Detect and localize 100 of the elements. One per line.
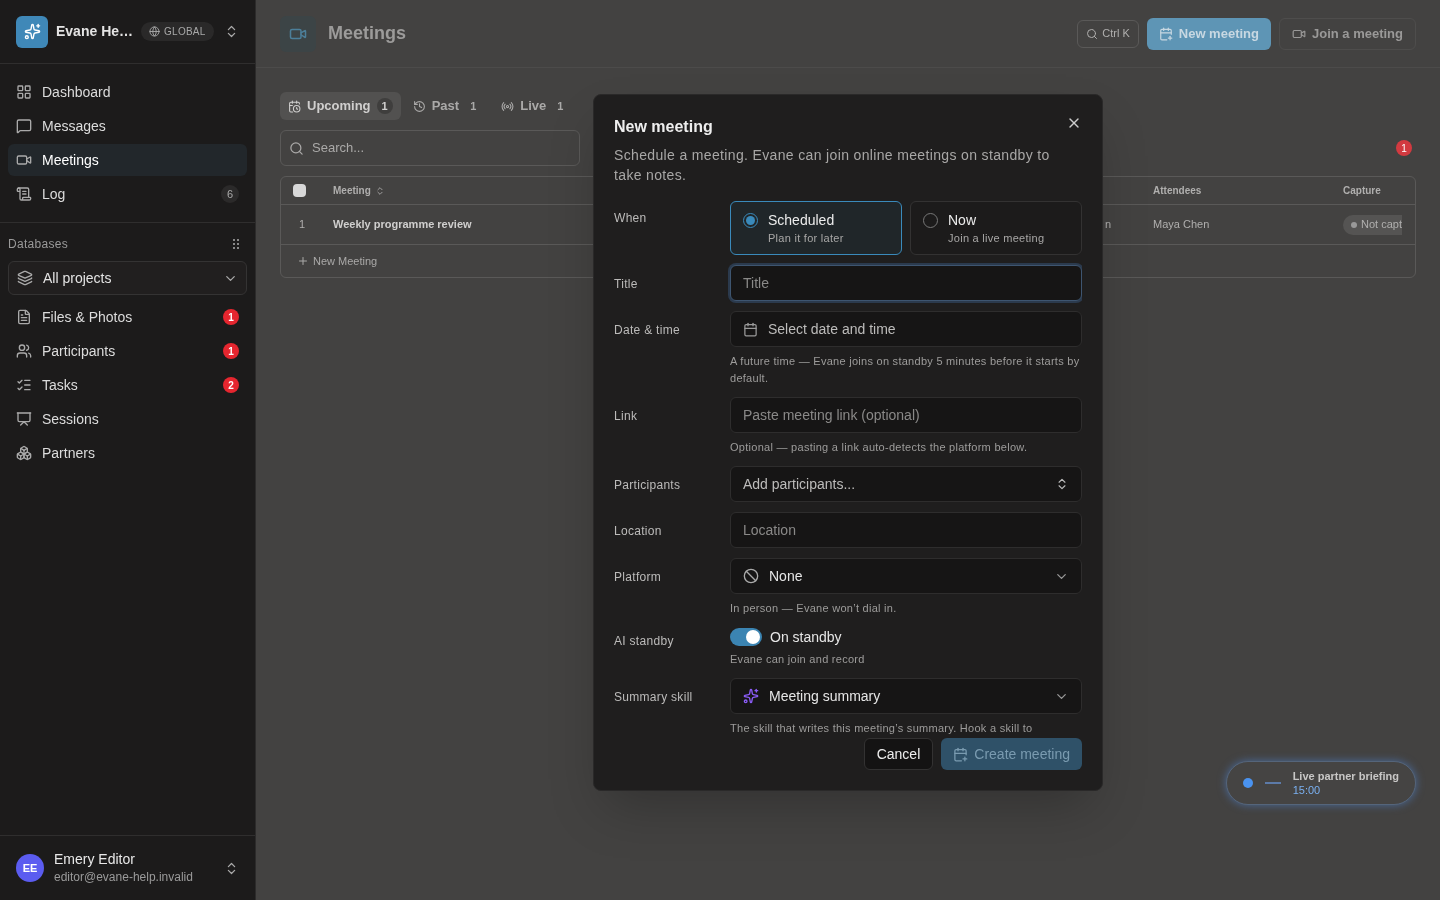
section-label: Databases xyxy=(8,236,69,253)
dropdown-select[interactable]: None xyxy=(730,558,1082,594)
chat-bubble-icon xyxy=(16,118,32,134)
notification-badge: 2 xyxy=(223,377,239,393)
table-cell: Maya Chen xyxy=(1153,218,1210,231)
notification-badge: 1 xyxy=(223,343,239,359)
database-item[interactable]: Participants 1 xyxy=(8,335,247,367)
option-title: Now xyxy=(948,211,977,229)
calendar-clock-icon xyxy=(288,99,301,113)
checklist-icon xyxy=(16,377,32,393)
database-item[interactable]: Partners xyxy=(8,437,247,469)
select-all-checkbox[interactable] xyxy=(293,184,306,197)
field-label: Participants xyxy=(614,477,682,494)
search-icon xyxy=(289,140,304,156)
field-label: When xyxy=(614,210,648,227)
when-option[interactable]: Scheduled Plan it for later xyxy=(730,201,902,255)
calendar-plus-icon xyxy=(953,746,969,762)
text-input-field[interactable]: Title xyxy=(730,265,1082,301)
field-label: Location xyxy=(614,523,663,540)
column-header[interactable]: Capture xyxy=(1343,183,1381,198)
user-avatar: EE xyxy=(16,854,44,882)
field-label: Platform xyxy=(614,569,663,586)
user-name: Emery Editor xyxy=(54,850,136,868)
count-badge: 6 xyxy=(220,185,239,203)
workspace-name: Evane He… xyxy=(56,22,134,41)
filter-tab[interactable]: Upcoming 1 xyxy=(280,92,401,120)
join-meeting-button[interactable]: Join a meeting xyxy=(1278,17,1416,50)
text-input-field[interactable]: Paste meeting link (optional) xyxy=(730,397,1082,433)
standby-switch[interactable] xyxy=(730,628,762,646)
sparkles-icon xyxy=(23,23,41,40)
notification-badge: 1 xyxy=(223,309,239,325)
layers-icon xyxy=(17,270,33,286)
plus-icon xyxy=(297,255,309,267)
help-text: Optional — pasting a link auto-detects the platform below. xyxy=(730,440,1029,455)
video-camera-icon xyxy=(16,152,32,168)
option-title: Scheduled xyxy=(768,211,836,229)
sparkles-icon xyxy=(743,688,759,704)
capture-badge: Not capt xyxy=(1343,214,1402,235)
cancel-button[interactable]: Cancel xyxy=(863,738,934,770)
field-label: Summary skill xyxy=(614,689,694,706)
page-title: Meetings xyxy=(328,22,406,45)
sort-icon[interactable] xyxy=(374,185,385,196)
dialog-title: New meeting xyxy=(614,117,713,137)
live-meeting-title: Live partner briefing xyxy=(1292,769,1399,783)
alert-badge: 1 xyxy=(1396,140,1412,156)
drag-handle-icon[interactable] xyxy=(233,239,239,249)
option-subtitle: Plan it for later xyxy=(768,231,844,246)
nav-item[interactable]: Meetings xyxy=(8,144,247,176)
database-item[interactable]: Files & Photos 1 xyxy=(8,301,247,333)
search-field[interactable]: Search... xyxy=(280,130,580,166)
tab-count: 1 xyxy=(556,98,565,114)
tab-count: 1 xyxy=(376,97,393,115)
table-cell: Weekly programme review xyxy=(333,218,472,231)
scroll-icon xyxy=(16,186,32,202)
nav-item[interactable]: Messages xyxy=(8,110,247,142)
live-meeting-time: 15:00 xyxy=(1292,783,1322,797)
globe-icon xyxy=(149,26,161,37)
database-item[interactable]: Sessions xyxy=(8,403,247,435)
search-icon xyxy=(1086,27,1099,40)
dropdown-select[interactable]: Meeting summary xyxy=(730,678,1082,714)
text-input-field[interactable]: Location xyxy=(730,512,1082,548)
field-label: Link xyxy=(614,408,639,425)
help-text: The skill that writes this meeting’s summary. Hook a skill to xyxy=(730,721,1034,736)
broadcast-icon xyxy=(501,99,515,113)
field-label: Date & time xyxy=(614,322,681,339)
boxes-icon xyxy=(16,445,32,461)
column-header[interactable]: Attendees xyxy=(1153,185,1202,196)
project-select[interactable]: All projects xyxy=(8,261,247,295)
live-meeting-pill[interactable]: Live partner briefing 15:00 xyxy=(1225,761,1416,805)
when-option[interactable]: Now Join a live meeting xyxy=(910,201,1082,255)
history-icon xyxy=(412,99,426,113)
calendar-icon xyxy=(743,321,758,337)
presentation-board-icon xyxy=(16,411,32,427)
help-text: Evane can join and record xyxy=(730,652,866,667)
users-icon xyxy=(16,343,32,359)
help-text: A future time — Evane joins on standby 5 minutes before it starts by default. xyxy=(730,354,1081,386)
search-button[interactable]: Ctrl K xyxy=(1077,19,1139,48)
tab-count: 1 xyxy=(469,98,478,114)
calendar-plus-icon xyxy=(1158,26,1173,41)
filter-tab[interactable]: Live 1 xyxy=(493,92,577,120)
scope-badge: GLOBAL xyxy=(141,22,214,41)
date-time-picker[interactable]: Select date and time xyxy=(730,311,1082,347)
column-header[interactable]: Meeting xyxy=(333,183,371,198)
option-subtitle: Join a live meeting xyxy=(948,231,1045,246)
switch-label: On standby xyxy=(770,627,842,647)
help-text: In person — Evane won’t dial in. xyxy=(730,601,898,616)
nav-item[interactable]: Log 6 xyxy=(8,178,247,210)
dashboard-icon xyxy=(16,84,32,100)
table-cell-text: n xyxy=(1104,217,1111,233)
filter-tab[interactable]: Past 1 xyxy=(404,92,490,120)
user-email: editor@evane-help.invalid xyxy=(54,869,193,886)
row-number: 1 xyxy=(299,218,306,231)
participants-select[interactable]: Add participants... xyxy=(730,466,1082,502)
dialog-description: Schedule a meeting. Evane can join online meetings on standby to take notes. xyxy=(614,146,1051,185)
no-entry-icon xyxy=(743,568,759,584)
field-label: AI standby xyxy=(614,633,675,650)
nav-item[interactable]: Dashboard xyxy=(8,76,247,108)
field-label: Title xyxy=(614,276,639,293)
database-item[interactable]: Tasks 2 xyxy=(8,369,247,401)
document-icon xyxy=(16,309,32,325)
